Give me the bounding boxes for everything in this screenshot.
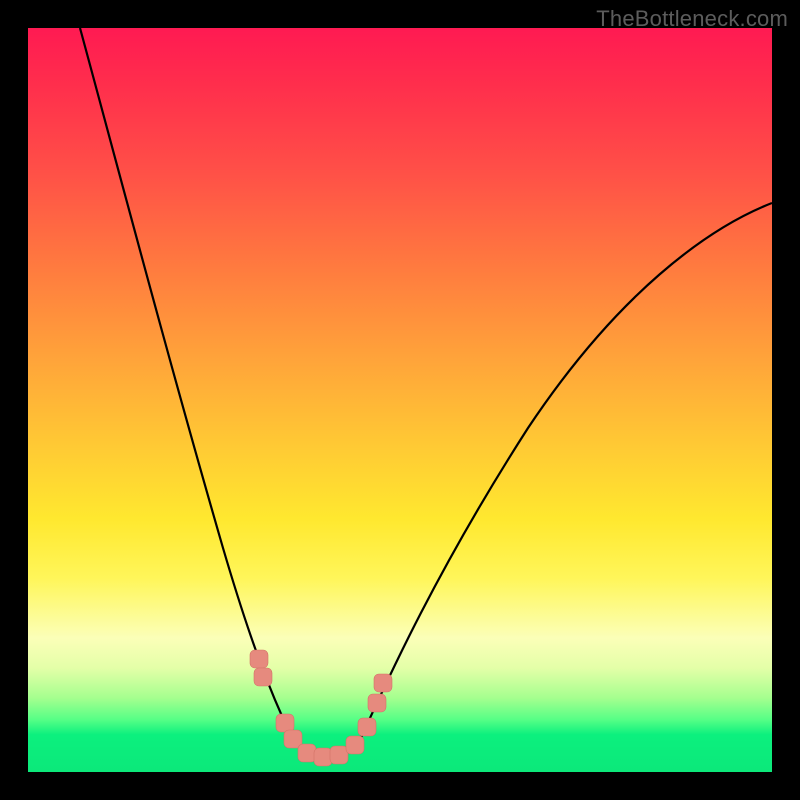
curve-right-branch [360,203,772,740]
data-marker [358,718,376,736]
data-marker [374,674,392,692]
watermark-text: TheBottleneck.com [596,6,788,32]
data-marker [346,736,364,754]
data-marker [298,744,316,762]
plot-area [28,28,772,772]
marker-group [250,650,392,766]
data-marker [276,714,294,732]
curve-layer [28,28,772,772]
data-marker [254,668,272,686]
chart-frame: TheBottleneck.com [0,0,800,800]
data-marker [250,650,268,668]
data-marker [314,748,332,766]
curve-left-branch [80,28,293,740]
data-marker [368,694,386,712]
data-marker [330,746,348,764]
